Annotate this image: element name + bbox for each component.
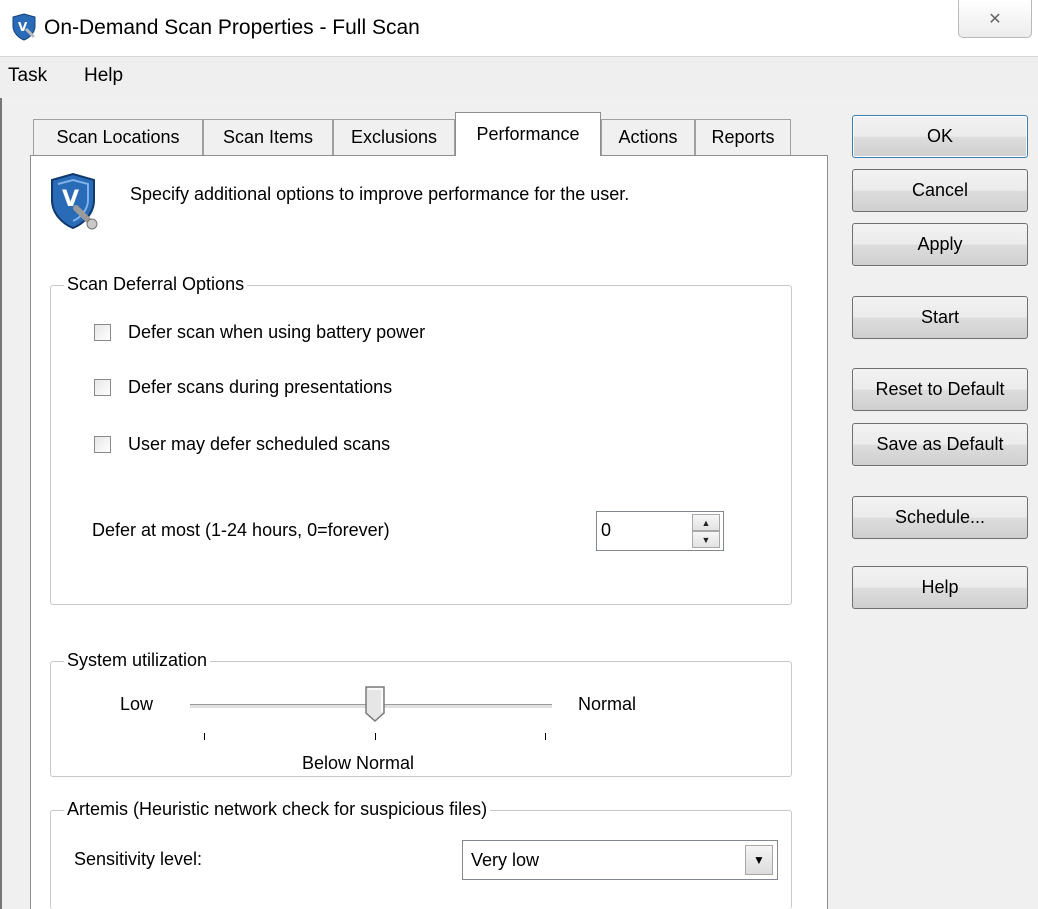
tab-reports[interactable]: Reports xyxy=(695,119,791,155)
menu-bar: Task Help xyxy=(0,56,1038,98)
title-bar: V On-Demand Scan Properties - Full Scan … xyxy=(0,0,1038,56)
presentation-defer-checkbox[interactable] xyxy=(94,379,111,396)
slider-tick-low xyxy=(204,733,205,740)
defer-at-most-label: Defer at most (1-24 hours, 0=forever) xyxy=(92,520,390,540)
user-defer-label[interactable]: User may defer scheduled scans xyxy=(128,434,390,455)
schedule-button[interactable]: Schedule... xyxy=(852,496,1028,539)
svg-text:V: V xyxy=(18,20,28,34)
scan-deferral-group-label: Scan Deferral Options xyxy=(64,274,248,295)
close-icon: ✕ xyxy=(988,10,1002,28)
sensitivity-select[interactable]: Very low ▼ xyxy=(462,840,778,880)
window-title: On-Demand Scan Properties - Full Scan xyxy=(44,16,420,39)
utilization-slider-thumb[interactable] xyxy=(364,685,386,723)
start-button[interactable]: Start xyxy=(852,296,1028,339)
slider-normal-label: Normal xyxy=(578,694,637,714)
spin-down-button[interactable]: ▼ xyxy=(692,531,720,548)
sensitivity-label: Sensitivity level: xyxy=(74,849,203,869)
artemis-group-label: Artemis (Heuristic network check for sus… xyxy=(64,799,491,820)
menu-task[interactable]: Task xyxy=(8,65,47,87)
defer-hours-spinner[interactable]: 0 ▲ ▼ xyxy=(596,511,724,551)
shield-wrench-icon: V xyxy=(51,172,98,230)
battery-defer-label[interactable]: Defer scan when using battery power xyxy=(128,322,425,343)
menu-help[interactable]: Help xyxy=(84,65,123,87)
chevron-down-icon[interactable]: ▼ xyxy=(745,845,773,875)
ok-button[interactable]: OK xyxy=(852,115,1028,158)
sensitivity-value[interactable]: Very low xyxy=(471,850,539,871)
user-defer-checkbox[interactable] xyxy=(94,436,111,453)
tab-performance[interactable]: Performance xyxy=(455,112,601,156)
tab-actions[interactable]: Actions xyxy=(601,119,695,155)
defer-hours-value[interactable]: 0 xyxy=(601,520,611,541)
help-button[interactable]: Help xyxy=(852,566,1028,609)
spin-up-button[interactable]: ▲ xyxy=(692,514,720,531)
slider-tick-high xyxy=(545,733,546,740)
slider-low-label: Low xyxy=(120,694,154,714)
panel-description: Specify additional options to improve pe… xyxy=(130,184,630,204)
tab-scan-locations[interactable]: Scan Locations xyxy=(33,119,203,155)
app-shield-icon: V xyxy=(12,13,36,41)
battery-defer-checkbox[interactable] xyxy=(94,324,111,341)
presentation-defer-label[interactable]: Defer scans during presentations xyxy=(128,377,392,398)
apply-button[interactable]: Apply xyxy=(852,223,1028,266)
cancel-button[interactable]: Cancel xyxy=(852,169,1028,212)
tab-scan-items[interactable]: Scan Items xyxy=(203,119,333,155)
system-utilization-group xyxy=(50,661,792,777)
tab-exclusions[interactable]: Exclusions xyxy=(333,119,455,155)
system-utilization-group-label: System utilization xyxy=(64,650,211,671)
close-button[interactable]: ✕ xyxy=(958,0,1032,38)
save-as-default-button[interactable]: Save as Default xyxy=(852,423,1028,466)
reset-to-default-button[interactable]: Reset to Default xyxy=(852,368,1028,411)
slider-current-label: Below Normal xyxy=(302,753,415,773)
slider-tick-mid xyxy=(375,733,376,740)
